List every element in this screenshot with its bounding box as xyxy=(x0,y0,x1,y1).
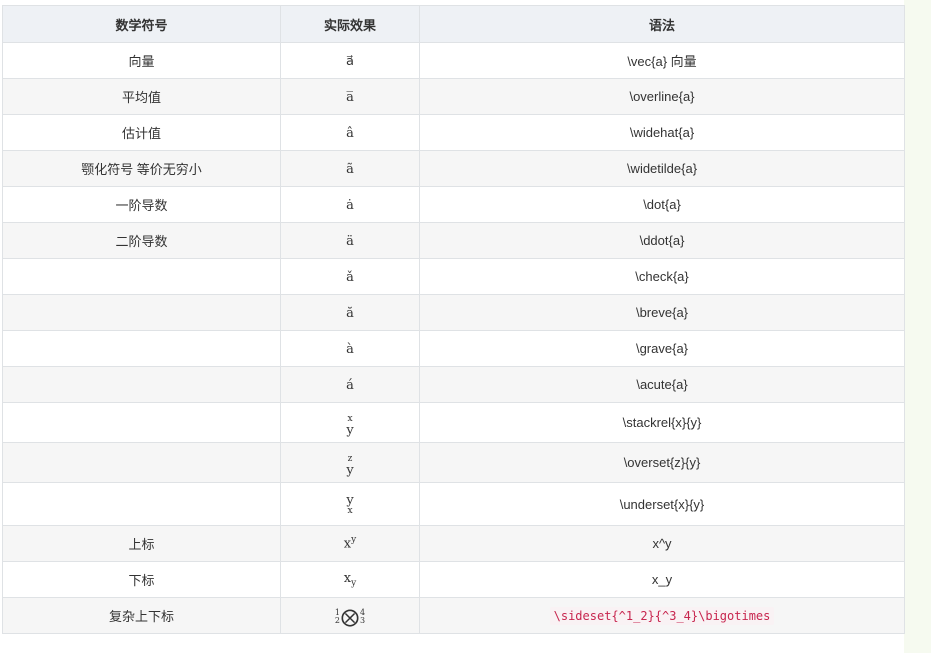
syntax-cell: \vec{a} 向量 xyxy=(419,42,905,79)
right-margin-strip xyxy=(904,0,931,653)
stack-main: y xyxy=(346,422,354,438)
math-render: x y xyxy=(346,414,354,438)
math-render: ǎ xyxy=(346,269,354,285)
table-row: 平均值 a̅ \overline{a} xyxy=(2,78,905,115)
syntax-cell: \stackrel{x}{y} xyxy=(419,402,905,443)
effect-cell: y x xyxy=(280,482,420,526)
symbol-name-cell: 上标 xyxy=(2,525,281,562)
symbol-name-cell xyxy=(2,482,281,526)
syntax-cell: \underset{x}{y} xyxy=(419,482,905,526)
table-row: 向量 a⃗ \vec{a} 向量 xyxy=(2,42,905,79)
symbol-name-cell xyxy=(2,402,281,443)
effect-cell: x y xyxy=(280,402,420,443)
symbol-name-cell xyxy=(2,442,281,483)
right-scripts: 4 3 xyxy=(360,609,365,625)
effect-cell: ǎ xyxy=(280,258,420,295)
table-row: 一阶导数 ȧ \dot{a} xyxy=(2,186,905,223)
syntax-cell: x^y xyxy=(419,525,905,562)
header-math-symbol: 数学符号 xyxy=(2,5,281,43)
table-row: 估计值 â \widehat{a} xyxy=(2,114,905,151)
effect-cell: ȧ xyxy=(280,186,420,223)
effect-cell: à xyxy=(280,330,420,367)
effect-cell: ä xyxy=(280,222,420,259)
table-row: 颚化符号 等价无穷小 ã \widetilde{a} xyxy=(2,150,905,187)
table-row: 上标 xy x^y xyxy=(2,525,905,562)
symbol-name-cell: 复杂上下标 xyxy=(2,597,281,634)
syntax-cell: \ddot{a} xyxy=(419,222,905,259)
stack-bottom: x xyxy=(347,506,353,516)
table-row: 二阶导数 ä \ddot{a} xyxy=(2,222,905,259)
syntax-cell: \grave{a} xyxy=(419,330,905,367)
syntax-cell: x_y xyxy=(419,561,905,598)
symbol-name-cell xyxy=(2,366,281,403)
superscript: y xyxy=(351,535,357,546)
stack-main: y xyxy=(346,462,354,478)
math-render: ȧ xyxy=(346,197,354,213)
syntax-cell: \dot{a} xyxy=(419,186,905,223)
table-row: á \acute{a} xyxy=(2,366,905,403)
syntax-cell: \acute{a} xyxy=(419,366,905,403)
table-row: y x \underset{x}{y} xyxy=(2,482,905,526)
syntax-cell: \overline{a} xyxy=(419,78,905,115)
syntax-cell: \overset{z}{y} xyxy=(419,442,905,483)
math-render: z y xyxy=(346,454,354,478)
effect-cell: â xyxy=(280,114,420,151)
math-render: â xyxy=(346,125,354,141)
inline-code: \sideset{^1_2}{^3_4}\bigotimes xyxy=(549,607,775,625)
symbol-name-cell: 二阶导数 xyxy=(2,222,281,259)
effect-cell: ă xyxy=(280,294,420,331)
math-render: xy xyxy=(344,571,356,589)
symbol-name-cell xyxy=(2,258,281,295)
symbol-name-cell: 估计值 xyxy=(2,114,281,151)
effect-cell: z y xyxy=(280,442,420,483)
effect-cell: á xyxy=(280,366,420,403)
left-subscript: 2 xyxy=(334,616,340,626)
symbol-name-cell xyxy=(2,294,281,331)
header-syntax: 语法 xyxy=(419,5,905,43)
left-scripts: 1 2 xyxy=(335,609,340,625)
table-row: à \grave{a} xyxy=(2,330,905,367)
symbol-name-cell: 平均值 xyxy=(2,78,281,115)
math-render: a̅ xyxy=(346,89,354,105)
math-render: á xyxy=(346,377,354,393)
symbol-name-cell xyxy=(2,330,281,367)
math-render: y x xyxy=(346,494,353,516)
effect-cell: 1 2 ⨂ 4 3 xyxy=(280,597,420,634)
symbol-name-cell: 颚化符号 等价无穷小 xyxy=(2,150,281,187)
table-row: 下标 xy x_y xyxy=(2,561,905,598)
syntax-cell: \widehat{a} xyxy=(419,114,905,151)
table-row: x y \stackrel{x}{y} xyxy=(2,402,905,443)
symbol-name-cell: 一阶导数 xyxy=(2,186,281,223)
effect-cell: xy xyxy=(280,525,420,562)
table-row: ă \breve{a} xyxy=(2,294,905,331)
table-row: ǎ \check{a} xyxy=(2,258,905,295)
math-render: ä xyxy=(346,233,354,249)
table-row: 复杂上下标 1 2 ⨂ 4 3 \sideset{^1_2}{^3_4}\big… xyxy=(2,597,905,634)
math-render: ă xyxy=(346,305,354,321)
math-render: 1 2 ⨂ 4 3 xyxy=(335,607,365,628)
syntax-cell: \sideset{^1_2}{^3_4}\bigotimes xyxy=(419,597,905,634)
syntax-cell: \breve{a} xyxy=(419,294,905,331)
right-subscript: 3 xyxy=(360,616,366,626)
math-render: à xyxy=(346,341,354,357)
table-row: z y \overset{z}{y} xyxy=(2,442,905,483)
symbol-name-cell: 下标 xyxy=(2,561,281,598)
effect-cell: a̅ xyxy=(280,78,420,115)
effect-cell: xy xyxy=(280,561,420,598)
table-header-row: 数学符号 实际效果 语法 xyxy=(2,5,905,43)
subscript: y xyxy=(351,578,357,589)
syntax-cell: \check{a} xyxy=(419,258,905,295)
header-actual-effect: 实际效果 xyxy=(280,5,420,43)
effect-cell: ã xyxy=(280,150,420,187)
math-render: xy xyxy=(344,535,356,551)
math-render: ã xyxy=(346,161,354,177)
bigotimes-symbol: ⨂ xyxy=(341,606,359,628)
effect-cell: a⃗ xyxy=(280,42,420,79)
syntax-cell: \widetilde{a} xyxy=(419,150,905,187)
math-render: a⃗ xyxy=(346,53,354,69)
math-symbol-table: 数学符号 实际效果 语法 向量 a⃗ \vec{a} 向量 平均值 a̅ \ov… xyxy=(2,5,905,634)
symbol-name-cell: 向量 xyxy=(2,42,281,79)
